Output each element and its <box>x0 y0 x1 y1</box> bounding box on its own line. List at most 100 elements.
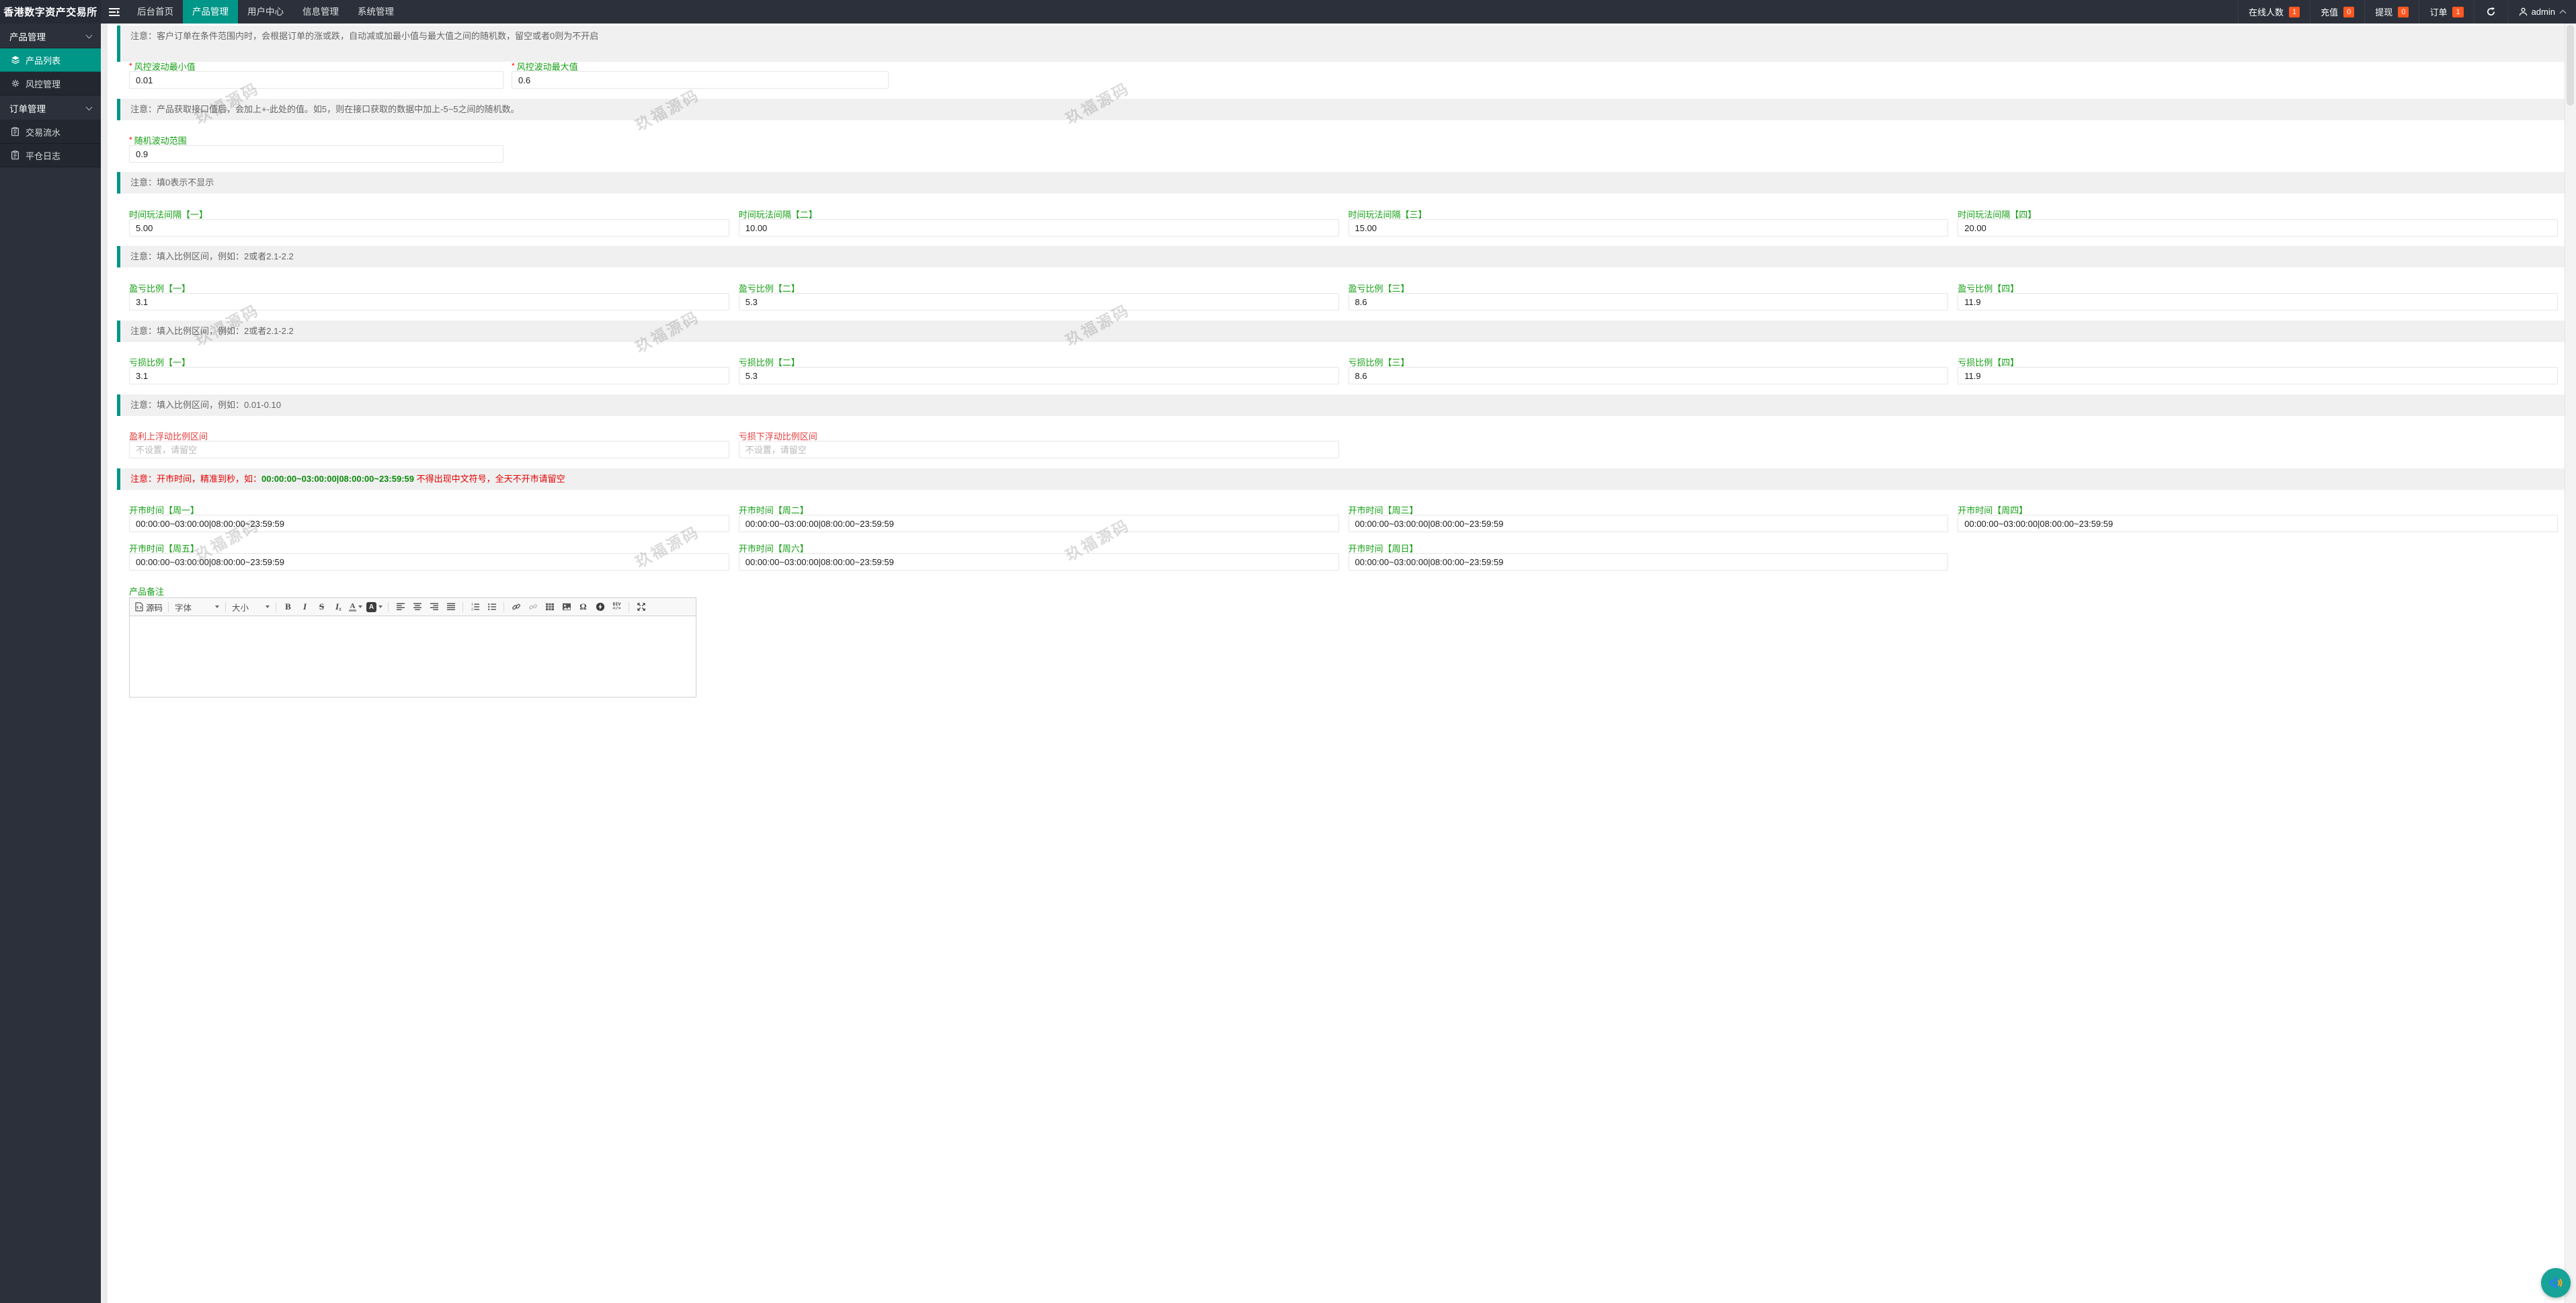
field-market-wednesday: 开市时间【周三】 <box>1349 507 1949 532</box>
tab-product-management[interactable]: 产品管理 <box>183 0 238 24</box>
stat-orders[interactable]: 订单 1 <box>2419 0 2473 24</box>
order-count-badge: 1 <box>2452 7 2463 17</box>
market-wednesday-input[interactable] <box>1349 515 1949 532</box>
font-size-select[interactable]: 大小 <box>229 601 272 614</box>
flash-button[interactable] <box>592 600 608 614</box>
risk-max-input[interactable] <box>512 71 889 89</box>
field-loss-ratio-1: 亏损比例【一】 <box>129 359 729 384</box>
market-friday-input[interactable] <box>129 553 729 571</box>
market-saturday-input[interactable] <box>739 553 1339 571</box>
align-center-button[interactable] <box>409 600 426 614</box>
loss-ratio-4-input[interactable] <box>1958 367 2558 384</box>
time-interval-2-input[interactable] <box>739 219 1339 237</box>
time-interval-3-input[interactable] <box>1349 219 1949 237</box>
sidebar-toggle-button[interactable] <box>101 0 128 24</box>
div-container-button[interactable]: DIV</> <box>608 600 625 614</box>
market-sunday-input[interactable] <box>1349 553 1949 571</box>
sidebar-group-orders[interactable]: 订单管理 <box>0 97 101 120</box>
sidebar-item-close-log[interactable]: 平仓日志 <box>0 144 101 167</box>
user-menu[interactable]: admin <box>2507 0 2576 24</box>
stat-recharge[interactable]: 充值 0 <box>2310 0 2364 24</box>
time-interval-1-input[interactable] <box>129 219 729 237</box>
sidebar-item-product-list[interactable]: 产品列表 <box>0 48 101 72</box>
align-right-button[interactable] <box>426 600 442 614</box>
field-risk-min: *风控波动最小值 <box>129 63 504 89</box>
bold-button[interactable]: B <box>280 600 296 614</box>
link-button[interactable] <box>508 600 524 614</box>
unlink-button[interactable] <box>524 600 541 614</box>
table-button[interactable] <box>541 600 558 614</box>
time-interval-row: 时间玩法间隔【一】 时间玩法间隔【二】 时间玩法间隔【三】 时间玩法间隔【四】 <box>129 211 2558 237</box>
stat-label: 订单 <box>2429 5 2447 18</box>
field-market-friday: 开市时间【周五】 <box>129 545 729 571</box>
loss-ratio-1-input[interactable] <box>129 367 729 384</box>
loss-float-input[interactable] <box>739 441 1339 458</box>
tab-system-management[interactable]: 系统管理 <box>348 0 403 24</box>
stat-withdraw[interactable]: 提现 0 <box>2364 0 2419 24</box>
caret-down-icon <box>378 605 383 608</box>
profit-ratio-3-input[interactable] <box>1349 293 1949 310</box>
layers-icon <box>10 55 20 65</box>
sidebar-group-product[interactable]: 产品管理 <box>0 25 101 48</box>
field-label: *随机波动范围 <box>129 137 504 145</box>
rich-text-editor: 源码 字体 大小 B I S Ix A A <box>129 597 696 698</box>
market-thursday-input[interactable] <box>1958 515 2558 532</box>
field-label: 时间玩法间隔【二】 <box>739 211 1339 219</box>
field-profit-ratio-4: 盈亏比例【四】 <box>1958 285 2558 310</box>
italic-button[interactable]: I <box>296 600 313 614</box>
field-label: 盈利上浮动比例区间 <box>129 433 729 441</box>
field-random-range: *随机波动范围 <box>129 137 504 163</box>
align-justify-icon <box>446 603 456 611</box>
profit-ratio-2-input[interactable] <box>739 293 1339 310</box>
strikethrough-button[interactable]: S <box>313 600 330 614</box>
field-label: 亏损比例【三】 <box>1349 359 1949 367</box>
text-color-button[interactable]: A <box>347 600 364 614</box>
align-left-button[interactable] <box>392 600 409 614</box>
random-range-input[interactable] <box>129 145 504 163</box>
stat-online-users[interactable]: 在线人数 1 <box>2238 0 2310 24</box>
user-icon <box>2519 7 2528 16</box>
market-monday-input[interactable] <box>129 515 729 532</box>
image-button[interactable] <box>558 600 575 614</box>
tab-dashboard[interactable]: 后台首页 <box>128 0 183 24</box>
bg-color-button[interactable]: A <box>364 600 385 614</box>
tab-user-center[interactable]: 用户中心 <box>238 0 293 24</box>
profit-float-input[interactable] <box>129 441 729 458</box>
sound-toggle-button[interactable] <box>2541 1268 2571 1298</box>
scrollbar-thumb[interactable] <box>2567 25 2574 106</box>
sidebar-item-trade-flow[interactable]: 交易流水 <box>0 120 101 144</box>
market-tuesday-input[interactable] <box>739 515 1339 532</box>
profit-ratio-1-input[interactable] <box>129 293 729 310</box>
refresh-button[interactable] <box>2474 0 2507 24</box>
loss-ratio-3-input[interactable] <box>1349 367 1949 384</box>
sidebar-item-label: 风控管理 <box>26 77 61 90</box>
field-label: 盈亏比例【四】 <box>1958 285 2558 293</box>
refresh-icon <box>2486 7 2496 17</box>
align-justify-button[interactable] <box>442 600 459 614</box>
tab-info-management[interactable]: 信息管理 <box>293 0 348 24</box>
time-interval-4-input[interactable] <box>1958 219 2558 237</box>
source-button[interactable]: 源码 <box>133 600 165 614</box>
field-profit-float-range: 盈利上浮动比例区间 <box>129 433 729 458</box>
profit-ratio-4-input[interactable] <box>1958 293 2558 310</box>
profit-ratio-row: 盈亏比例【一】 盈亏比例【二】 盈亏比例【三】 盈亏比例【四】 <box>129 285 2558 310</box>
maximize-button[interactable] <box>633 600 649 614</box>
risk-min-input[interactable] <box>129 71 504 89</box>
bg-color-swatch: A <box>366 602 376 612</box>
remove-format-button[interactable]: Ix <box>330 600 347 614</box>
ordered-list-button[interactable]: 12 <box>467 600 483 614</box>
font-select-label: 字体 <box>175 601 192 614</box>
unordered-list-button[interactable] <box>483 600 500 614</box>
loss-ratio-2-input[interactable] <box>739 367 1339 384</box>
special-char-button[interactable]: Ω <box>575 600 592 614</box>
sidebar-item-risk-management[interactable]: 风控管理 <box>0 72 101 95</box>
font-family-select[interactable]: 字体 <box>172 601 222 614</box>
editor-content-area[interactable] <box>130 616 696 697</box>
note-risk-range: 注意：客户订单在条件范围内时，会根据订单的涨或跌，自动减或加最小值与最大值之间的… <box>117 26 2565 62</box>
topbar-right: 在线人数 1 充值 0 提现 0 订单 1 admin <box>2238 0 2576 24</box>
field-loss-ratio-4: 亏损比例【四】 <box>1958 359 2558 384</box>
market-note-time: 00:00:00~03:00:00|08:00:00~23:59:59 <box>261 474 414 484</box>
field-label: 盈亏比例【一】 <box>129 285 729 293</box>
page-scrollbar[interactable] <box>2565 24 2576 1303</box>
field-label: 时间玩法间隔【三】 <box>1349 211 1949 219</box>
